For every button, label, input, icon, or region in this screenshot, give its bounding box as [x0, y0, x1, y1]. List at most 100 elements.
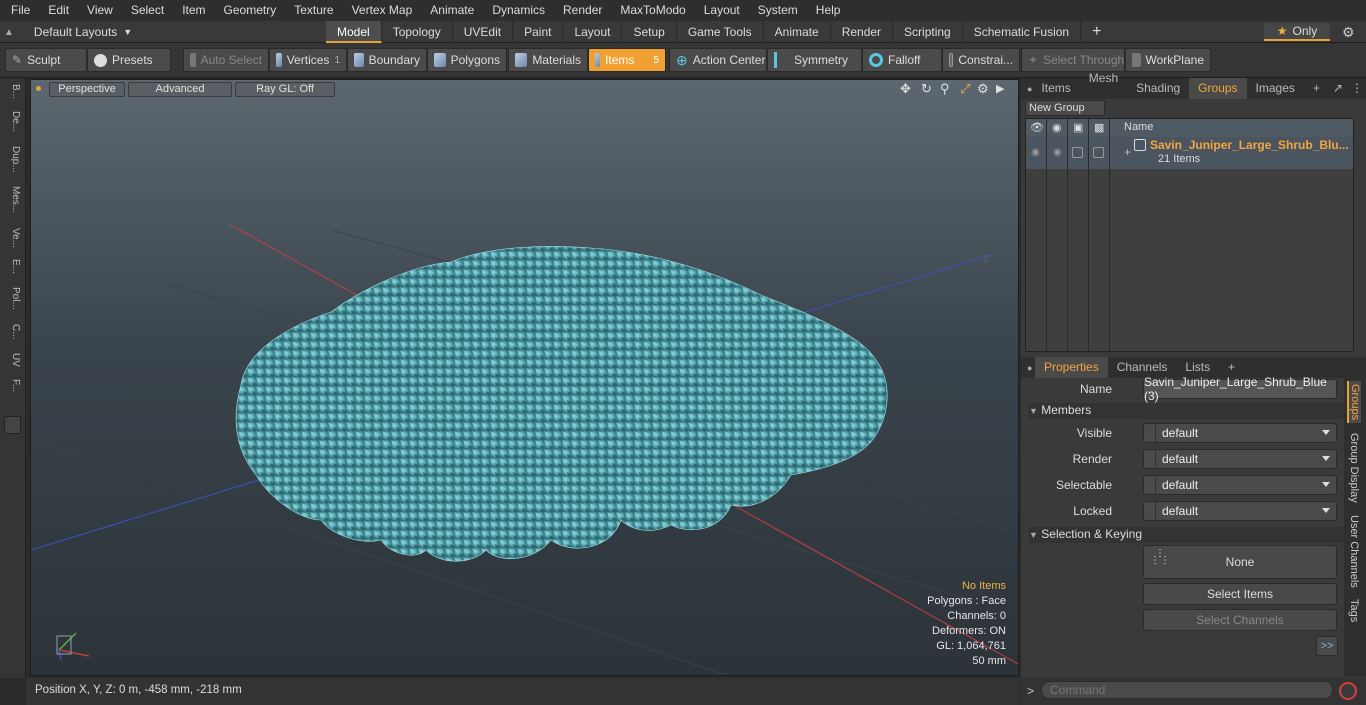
menu-dynamics[interactable]: Dynamics	[483, 0, 554, 21]
sculpt-button[interactable]: ✎ Sculpt	[5, 48, 87, 72]
add-panel-tab-icon[interactable]: +	[1304, 78, 1329, 99]
3d-viewport[interactable]: X Z Perspective Advanced Ray GL: Off ✥ ↻…	[30, 79, 1019, 676]
tab-properties[interactable]: Properties	[1035, 357, 1108, 378]
menu-edit[interactable]: Edit	[39, 0, 78, 21]
tab-setup[interactable]: Setup	[622, 21, 677, 43]
properties-menu-dot-icon[interactable]: ●	[1021, 363, 1035, 373]
lock-icon[interactable]: ▣	[1073, 121, 1083, 134]
menu-item[interactable]: Item	[173, 0, 214, 21]
menu-render[interactable]: Render	[554, 0, 611, 21]
layout-dropdown[interactable]: ▲ Default Layouts ▼	[4, 21, 132, 43]
side-tab-group-display[interactable]: Group Display	[1348, 433, 1360, 503]
row-render-toggle[interactable]: ◉	[1053, 147, 1062, 158]
maximize-view-icon[interactable]: ⤢	[960, 81, 970, 97]
panel-more-icon[interactable]: ⋮	[1347, 78, 1366, 99]
add-tab-icon[interactable]: +	[1081, 21, 1112, 43]
auto-select-button[interactable]: Auto Select	[183, 48, 269, 72]
record-macro-icon[interactable]	[1339, 682, 1357, 700]
panel-menu-dot-icon[interactable]: ●	[1021, 84, 1032, 94]
row-visibility-toggle[interactable]: ◉	[1031, 147, 1040, 158]
tab-shading[interactable]: Shading	[1127, 78, 1189, 99]
menu-maxtomodo[interactable]: MaxToModo	[611, 0, 694, 21]
menu-file[interactable]: File	[0, 0, 39, 21]
selectable-dropdown[interactable]: default	[1143, 475, 1337, 495]
command-input[interactable]	[1041, 681, 1333, 699]
workplane-button[interactable]: WorkPlane	[1125, 48, 1211, 72]
group-row[interactable]: ◉ ◉ + Savin_Juniper_Large_Shrub_Blu... 2…	[1026, 137, 1353, 169]
locked-dropdown[interactable]: default	[1143, 501, 1337, 521]
polygons-button[interactable]: Polygons	[427, 48, 507, 72]
viewport-menu-dot[interactable]	[36, 86, 41, 91]
tab-model[interactable]: Model	[326, 21, 382, 43]
rotate-view-icon[interactable]: ↻	[921, 81, 932, 97]
advanced-dropdown[interactable]: Advanced	[128, 82, 232, 97]
strip-toggle-button[interactable]	[4, 416, 21, 434]
action-center-button[interactable]: ⊕ Action Center	[669, 48, 767, 72]
viewport-expand-icon[interactable]: ▶	[996, 82, 1004, 95]
tab-animate[interactable]: Animate	[764, 21, 831, 43]
materials-button[interactable]: Materials	[508, 48, 588, 72]
side-tab-user-channels[interactable]: User Channels	[1348, 515, 1360, 588]
zoom-view-icon[interactable]: ⚲	[940, 81, 950, 97]
tab-paint[interactable]: Paint	[513, 21, 564, 43]
tab-layout[interactable]: Layout	[563, 21, 623, 43]
left-tab-polygon[interactable]: Pol...	[3, 287, 21, 310]
menu-texture[interactable]: Texture	[285, 0, 342, 21]
symmetry-button[interactable]: Symmetry	[767, 48, 862, 72]
side-tab-groups[interactable]: Groups	[1347, 381, 1361, 424]
selection-keying-section[interactable]: ▼ Selection & Keying	[1029, 527, 1351, 543]
viewport-settings-icon[interactable]: ⚙	[977, 81, 989, 97]
left-tab-duplicate[interactable]: Dup...	[3, 146, 21, 173]
menu-select[interactable]: Select	[122, 0, 173, 21]
group-name-input[interactable]: Savin_Juniper_Large_Shrub_Blue (3)	[1143, 375, 1337, 403]
tab-groups[interactable]: Groups	[1189, 78, 1247, 99]
select-items-button[interactable]: Select Items	[1143, 583, 1337, 605]
render-dropdown[interactable]: default	[1143, 449, 1337, 469]
more-button[interactable]: >>	[1316, 636, 1338, 656]
tab-schematic-fusion[interactable]: Schematic Fusion	[963, 21, 1082, 43]
left-tab-uv[interactable]: UV	[3, 353, 21, 367]
items-button[interactable]: Items 5	[588, 48, 666, 72]
row-lock-checkbox[interactable]	[1072, 147, 1083, 158]
left-tab-basic[interactable]: B...	[3, 84, 21, 99]
render-icon[interactable]: ◉	[1052, 121, 1062, 134]
group-name[interactable]: Savin_Juniper_Large_Shrub_Blu...	[1150, 138, 1349, 152]
menu-view[interactable]: View	[78, 0, 122, 21]
tab-images[interactable]: Images	[1247, 78, 1304, 99]
tab-items[interactable]: Items	[1032, 78, 1079, 99]
only-button[interactable]: ★ Only	[1264, 23, 1330, 41]
panel-expand-icon[interactable]: ↗	[1329, 78, 1347, 99]
visible-dropdown[interactable]: default	[1143, 423, 1337, 443]
left-tab-vertex[interactable]: Ve...	[3, 228, 21, 248]
boundary-button[interactable]: Boundary	[347, 48, 427, 72]
tab-scripting[interactable]: Scripting	[893, 21, 963, 43]
tab-render[interactable]: Render	[831, 21, 894, 43]
move-view-icon[interactable]: ✥	[900, 81, 911, 97]
left-tab-mesh-edit[interactable]: Mes...	[3, 186, 21, 213]
select-icon[interactable]: ▩	[1094, 121, 1104, 134]
tab-game-tools[interactable]: Game Tools	[677, 21, 764, 43]
tab-uvedit[interactable]: UVEdit	[453, 21, 514, 43]
menu-animate[interactable]: Animate	[421, 0, 483, 21]
menu-geometry[interactable]: Geometry	[215, 0, 286, 21]
select-channels-button[interactable]: Select Channels	[1143, 609, 1337, 631]
new-group-button[interactable]: New Group	[1025, 100, 1105, 116]
expand-icon[interactable]: +	[1124, 145, 1131, 159]
gear-icon[interactable]: ⚙	[1342, 24, 1355, 41]
raygl-toggle[interactable]: Ray GL: Off	[235, 82, 335, 97]
menu-layout[interactable]: Layout	[695, 0, 749, 21]
vertices-button[interactable]: Vertices 1	[269, 48, 347, 72]
members-section[interactable]: ▼ Members	[1029, 403, 1351, 419]
eye-icon[interactable]: 👁	[1030, 121, 1044, 134]
menu-vertex-map[interactable]: Vertex Map	[343, 0, 422, 21]
menu-help[interactable]: Help	[807, 0, 850, 21]
left-tab-fusion[interactable]: F...	[3, 379, 21, 392]
keying-none-button[interactable]: ⋮ ⋮⋮ None	[1143, 545, 1337, 579]
constraints-button[interactable]: Constrai...	[942, 48, 1020, 72]
menu-system[interactable]: System	[749, 0, 807, 21]
row-select-checkbox[interactable]	[1093, 147, 1104, 158]
name-column-header[interactable]: Name	[1124, 121, 1153, 133]
juniper-shrub-mesh[interactable]	[235, 246, 888, 562]
side-tab-tags[interactable]: Tags	[1348, 599, 1360, 622]
left-tab-curve[interactable]: C...	[3, 324, 21, 340]
